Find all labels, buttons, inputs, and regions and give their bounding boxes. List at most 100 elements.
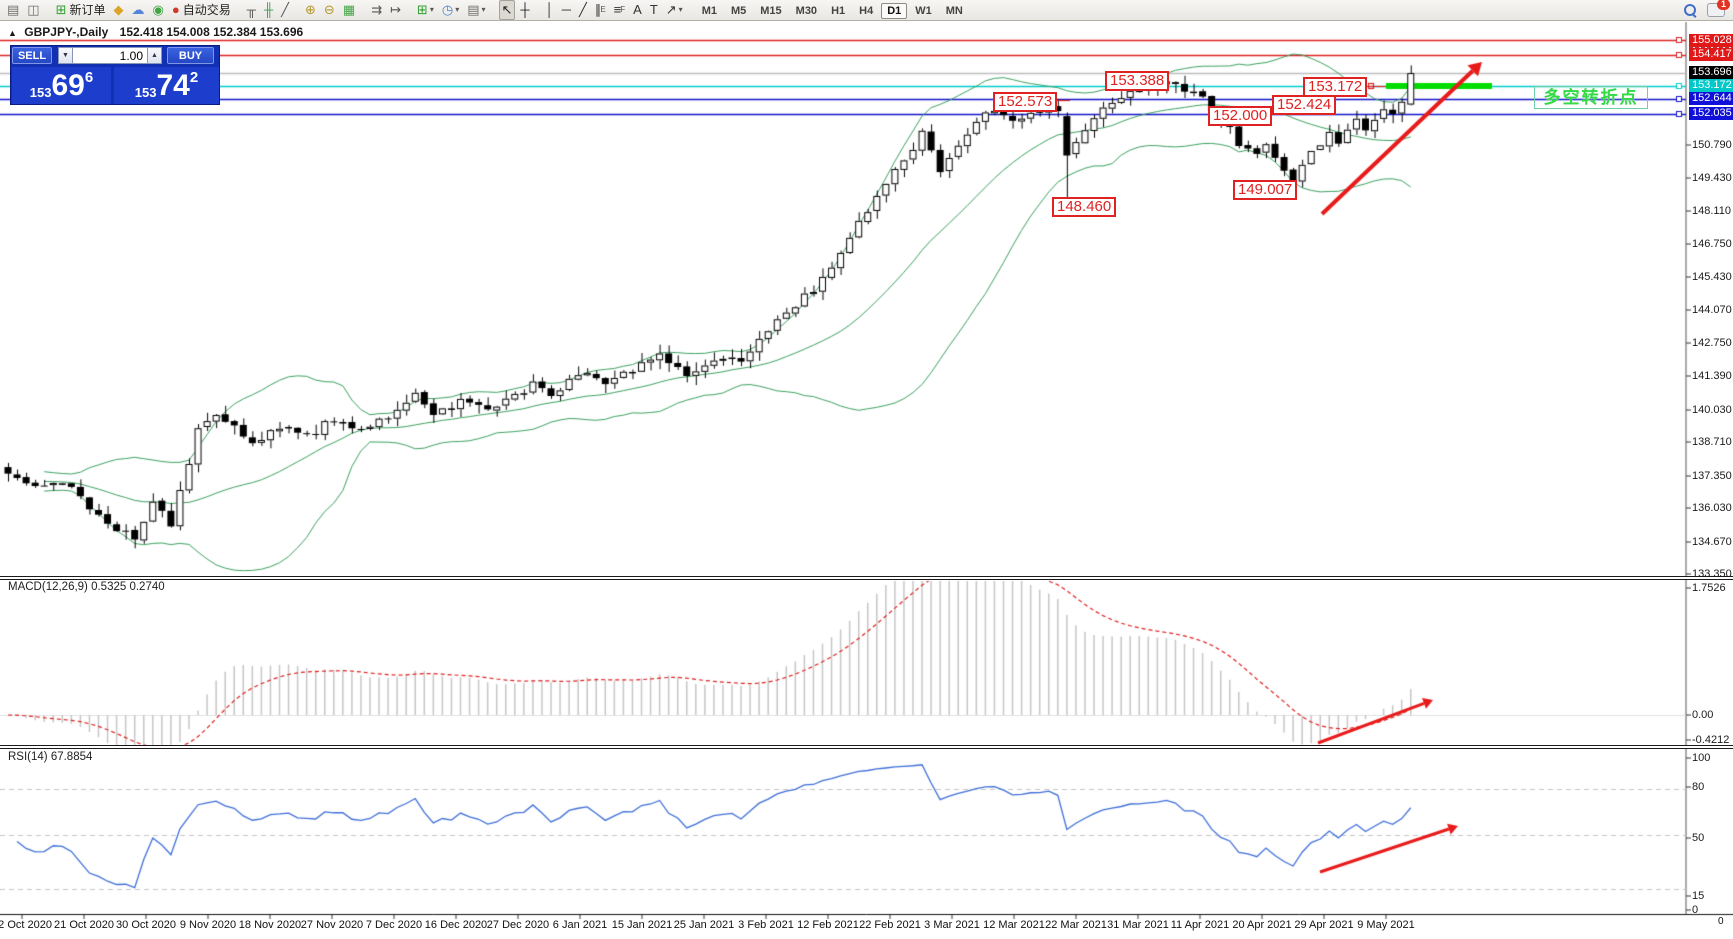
zoom-in-button[interactable]: ⊕	[302, 1, 319, 19]
vertical-line-icon: │	[546, 1, 554, 19]
sell-button[interactable]: SELL	[12, 47, 52, 64]
price-tick-label: 146.750	[1692, 238, 1733, 250]
price-tick-label: 144.070	[1692, 304, 1733, 316]
horizontal-line-button[interactable]: ─	[559, 1, 574, 19]
price-annotation-box[interactable]: 153.388	[1105, 71, 1169, 91]
sell-price-prefix: 153	[30, 85, 52, 100]
timeframe-mn-button[interactable]: MN	[940, 3, 969, 19]
volume-input[interactable]: 1.00	[73, 47, 147, 64]
rsi-axis-label: 100	[1692, 752, 1733, 764]
search-handle	[1692, 13, 1697, 18]
chat-icon[interactable]: 1	[1707, 3, 1725, 17]
add-indicator-icon: ⊞	[417, 1, 428, 19]
zoom-out-button[interactable]: ⊖	[321, 1, 338, 19]
price-tick-label: 138.710	[1692, 436, 1733, 448]
text-button[interactable]: A	[630, 1, 645, 19]
chart-line-icon: ╱	[281, 1, 289, 19]
community-icon: ☁	[132, 1, 145, 19]
templates-button[interactable]: ▤▾	[464, 1, 488, 19]
templates-dropdown-icon[interactable]: ▾	[482, 1, 486, 19]
pane-divider-macd[interactable]	[0, 576, 1733, 580]
timeframe-group: M1M5M15M30H1H4D1W1MN	[695, 1, 970, 19]
rsi-label: RSI(14) 67.8854	[8, 751, 92, 763]
community-button[interactable]: ☁	[129, 1, 148, 19]
timeframe-h1-button[interactable]: H1	[825, 3, 851, 19]
timeframe-m30-button[interactable]: M30	[790, 3, 823, 19]
price-flag: 154.417	[1689, 48, 1733, 61]
periods-dropdown-icon[interactable]: ▾	[455, 1, 459, 19]
search-icon[interactable]	[1684, 4, 1697, 17]
text-label-button[interactable]: T	[647, 1, 661, 19]
price-annotation-box[interactable]: 152.424	[1272, 95, 1336, 115]
symbol-period-label: GBPJPY-,Daily	[24, 25, 108, 39]
crosshair-button[interactable]: ┼	[517, 1, 532, 19]
arrows-dropdown-icon[interactable]: ▾	[679, 1, 683, 19]
styler-button[interactable]: ◆	[111, 1, 127, 19]
chart-bars-button[interactable]: ╥	[244, 1, 259, 19]
buy-price-display[interactable]: 153 74 2	[114, 67, 219, 104]
autotrade-button[interactable]: ●自动交易	[169, 1, 234, 19]
fibonacci-button[interactable]: ≡F	[611, 1, 628, 19]
timeframe-h4-button[interactable]: H4	[853, 3, 879, 19]
rsi-axis-label: 0	[1692, 904, 1733, 916]
price-flag: 152.644	[1689, 92, 1733, 105]
toolbar-buttons: ▤◫⊞新订单◆☁◉●自动交易╥╫╱⊕⊖▦⇉↦⊞▾◷▾▤▾↖┼│─╱∥E≡FAT↗…	[3, 0, 695, 20]
new-chart-button[interactable]: ▤	[4, 1, 22, 19]
chart-shift-button[interactable]: ↦	[387, 1, 404, 19]
periods-button[interactable]: ◷▾	[439, 1, 462, 19]
price-tick-label: 140.030	[1692, 404, 1733, 416]
add-indicator-button[interactable]: ⊞▾	[414, 1, 437, 19]
autotrade-label: 自动交易	[183, 1, 231, 19]
arrows-icon: ↗	[666, 1, 677, 19]
notification-badge: 1	[1717, 0, 1730, 10]
pane-divider-rsi[interactable]	[0, 745, 1733, 749]
equidistant-channel-button[interactable]: ∥E	[592, 1, 609, 19]
timeframe-m5-button[interactable]: M5	[725, 3, 752, 19]
volume-decrease-button[interactable]: ▼	[58, 47, 73, 64]
sell-price-display[interactable]: 153 69 6	[12, 67, 111, 104]
trendline-button[interactable]: ╱	[576, 1, 590, 19]
price-tick-label: 136.030	[1692, 502, 1733, 514]
arrows-button[interactable]: ↗▾	[663, 1, 686, 19]
price-annotation-box[interactable]: 148.460	[1052, 197, 1116, 217]
tile-windows-icon: ▦	[343, 1, 355, 19]
collapse-panel-icon[interactable]: ▲	[8, 28, 17, 38]
volume-control: ▼ 1.00 ▲	[58, 47, 162, 64]
new-chart-icon: ▤	[7, 1, 19, 19]
vertical-line-button[interactable]: │	[543, 1, 557, 19]
price-annotation-box[interactable]: 153.172	[1303, 77, 1367, 97]
signals-button[interactable]: ◉	[150, 1, 167, 19]
timeframe-m1-button[interactable]: M1	[696, 3, 723, 19]
timeframe-w1-button[interactable]: W1	[909, 3, 938, 19]
cursor-button[interactable]: ↖	[499, 0, 516, 20]
macd-axis-label: 1.7526	[1692, 582, 1733, 594]
price-tick-label: 142.750	[1692, 337, 1733, 349]
tile-windows-button[interactable]: ▦	[340, 1, 358, 19]
add-indicator-dropdown-icon[interactable]: ▾	[430, 1, 434, 19]
ohlc-values: 152.418 154.008 152.384 153.696	[120, 25, 304, 39]
timeframe-m15-button[interactable]: M15	[754, 3, 787, 19]
chart-line-button[interactable]: ╱	[278, 1, 292, 19]
new-order-button[interactable]: ⊞新订单	[53, 1, 109, 19]
new-order-icon: ⊞	[56, 1, 67, 19]
price-annotation-box[interactable]: 152.000	[1208, 106, 1272, 126]
price-annotation-box[interactable]: 149.007	[1233, 180, 1297, 200]
price-tick-label: 145.430	[1692, 271, 1733, 283]
volume-increase-button[interactable]: ▲	[147, 47, 162, 64]
text-label-icon: T	[650, 1, 658, 19]
profiles-button[interactable]: ◫	[24, 1, 42, 19]
chart-candles-button[interactable]: ╫	[261, 1, 276, 19]
trade-panel-controls: SELL ▼ 1.00 ▲ BUY	[11, 46, 219, 65]
buy-button[interactable]: BUY	[167, 47, 214, 64]
chart-title: ▲ GBPJPY-,Daily 152.418 154.008 152.384 …	[8, 25, 303, 39]
styler-icon: ◆	[114, 1, 124, 19]
macd-axis-label: 0.00	[1692, 709, 1733, 721]
auto-scroll-button[interactable]: ⇉	[368, 1, 385, 19]
buy-price-sup: 2	[190, 69, 198, 86]
chart-canvas[interactable]	[0, 0, 1733, 939]
note-text-box[interactable]: 多空转折点	[1534, 86, 1648, 109]
price-annotation-box[interactable]: 152.573	[993, 92, 1057, 112]
price-flag: 155.028	[1689, 34, 1733, 47]
timeframe-d1-button[interactable]: D1	[881, 3, 907, 19]
profiles-icon: ◫	[27, 1, 39, 19]
